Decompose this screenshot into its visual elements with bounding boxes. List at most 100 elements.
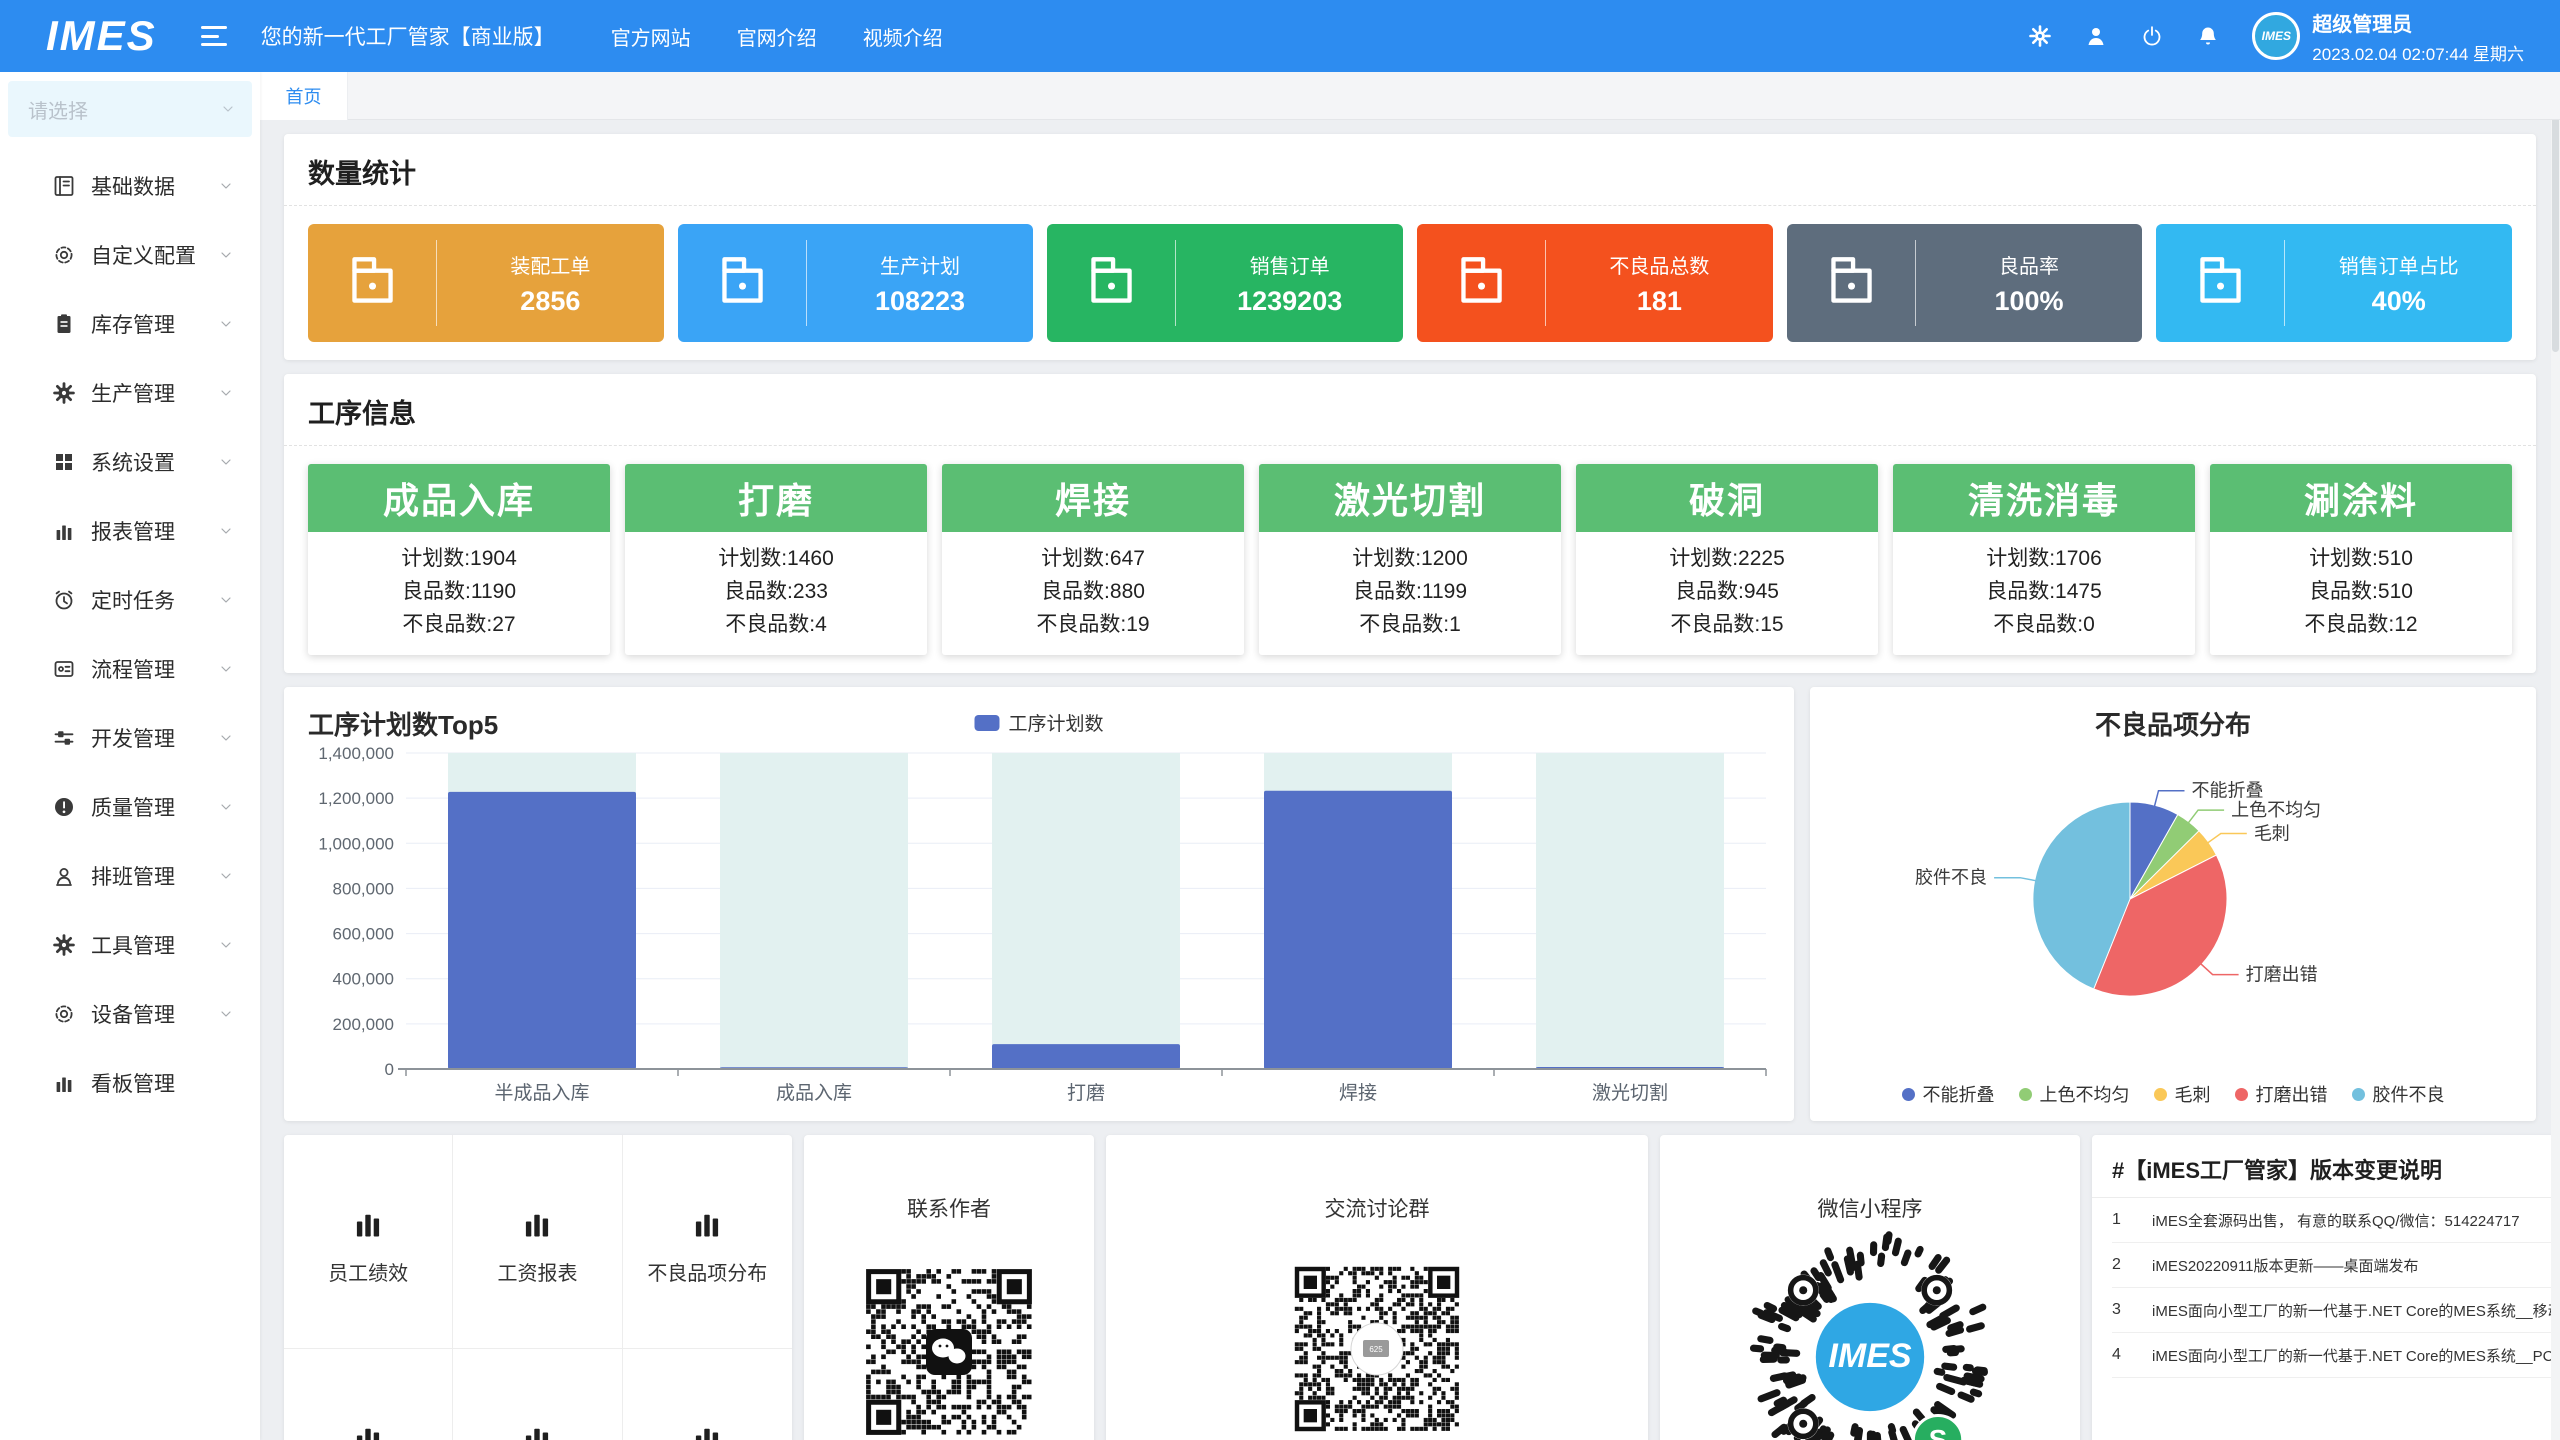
process-good-count: 良品数:1475 xyxy=(1893,575,2195,608)
miniprogram-title: 微信小程序 xyxy=(1818,1193,1923,1223)
report-shortcut[interactable]: 不良品项汇总 xyxy=(284,1349,453,1440)
chevron-down-icon xyxy=(220,101,236,117)
process-card: 激光切割 计划数:1200 良品数:1199 不良品数:1 xyxy=(1259,464,1561,655)
process-bad-count: 不良品数:4 xyxy=(625,608,927,641)
changelog-row-number: 4 xyxy=(2112,1346,2152,1364)
stat-card[interactable]: 销售订单 1239203 xyxy=(1047,224,1403,342)
sidebar-item[interactable]: 排班管理 xyxy=(0,841,260,910)
process-name: 打磨 xyxy=(625,464,927,532)
legend-label: 毛刺 xyxy=(2175,1081,2211,1107)
legend-item[interactable]: 胶件不良 xyxy=(2352,1081,2445,1107)
bar-chart-legend[interactable]: 工序计划数 xyxy=(974,709,1103,736)
svg-text:焊接: 焊接 xyxy=(1339,1082,1377,1104)
report-shortcut[interactable]: 员工绩效 xyxy=(284,1135,453,1349)
changelog-row[interactable]: 1 iMES全套源码出售， 有意的联系QQ/微信：514224717 xyxy=(2112,1198,2560,1243)
changelog-row-number: 1 xyxy=(2112,1211,2152,1229)
changelog-card: #【iMES工厂管家】版本变更说明 1 iMES全套源码出售， 有意的联系QQ/… xyxy=(2092,1135,2560,1440)
stat-card[interactable]: 良品率 100% xyxy=(1787,224,2143,342)
changelog-row[interactable]: 4 iMES面向小型工厂的新一代基于.NET Core的MES系统__PC端 xyxy=(2112,1333,2560,1378)
sidebar-item[interactable]: 生产管理 xyxy=(0,358,260,427)
stat-card[interactable]: 销售订单占比 40% xyxy=(2156,224,2512,342)
user-meta: 超级管理员 2023.02.04 02:07:44 星期六 xyxy=(2312,8,2524,65)
changelog-row-number: 2 xyxy=(2112,1256,2152,1274)
bar-chart: 0200,000400,000600,000800,0001,000,0001,… xyxy=(284,687,1794,1121)
sidebar-item[interactable]: 工具管理 xyxy=(0,910,260,979)
report-shortcut[interactable]: 工资报表 xyxy=(453,1135,622,1349)
report-shortcut[interactable]: 生产报表 xyxy=(453,1349,622,1440)
changelog-row[interactable]: 3 iMES面向小型工厂的新一代基于.NET Core的MES系统__移动端 xyxy=(2112,1288,2560,1333)
stat-card[interactable]: 装配工单 2856 xyxy=(308,224,664,342)
user-icon[interactable] xyxy=(2084,24,2108,48)
sidebar-item[interactable]: 设备管理 xyxy=(0,979,260,1048)
stat-value: 40% xyxy=(2372,286,2426,317)
group-qr-code: 625 xyxy=(1277,1249,1477,1440)
sidebar-item-icon xyxy=(52,588,76,612)
stat-value: 108223 xyxy=(875,286,965,317)
module-select[interactable]: 请选择 xyxy=(8,81,252,137)
bar-chart-icon xyxy=(689,1205,725,1241)
user-role: 超级管理员 xyxy=(2312,8,2524,37)
scrollbar-thumb[interactable] xyxy=(2552,112,2559,352)
report-shortcut[interactable]: 产量统计 xyxy=(623,1349,792,1440)
stat-label: 装配工单 xyxy=(510,250,590,279)
process-card: 涮涂料 计划数:510 良品数:510 不良品数:12 xyxy=(2210,464,2512,655)
menu-toggle-icon[interactable] xyxy=(201,26,227,46)
svg-text:400,000: 400,000 xyxy=(333,970,394,989)
folder-icon xyxy=(1078,248,1144,319)
nav-link[interactable]: 官方网站 xyxy=(611,22,691,51)
svg-text:半成品入库: 半成品入库 xyxy=(494,1082,589,1104)
sidebar-item-icon xyxy=(52,1002,76,1026)
bar-chart-title: 工序计划数Top5 xyxy=(308,705,498,742)
sidebar-item[interactable]: 定时任务 xyxy=(0,565,260,634)
tab-home[interactable]: 首页 xyxy=(260,72,348,120)
legend-item[interactable]: 毛刺 xyxy=(2154,1081,2211,1107)
chevron-down-icon xyxy=(218,178,234,194)
imes-dashboard: IMES 您的新一代工厂管家【商业版】 官方网站官网介绍视频介绍 IMES 超级… xyxy=(0,0,2560,1440)
nav-link[interactable]: 官网介绍 xyxy=(737,22,817,51)
folder-icon xyxy=(1448,248,1514,319)
chevron-down-icon xyxy=(218,247,234,263)
changelog-row[interactable]: 2 iMES20220911版本更新——桌面端发布 xyxy=(2112,1243,2560,1288)
process-bad-count: 不良品数:0 xyxy=(1893,608,2195,641)
sidebar-item[interactable]: 系统设置 xyxy=(0,427,260,496)
nav-link[interactable]: 视频介绍 xyxy=(863,22,943,51)
power-icon[interactable] xyxy=(2140,24,2164,48)
stat-card[interactable]: 不良品总数 181 xyxy=(1417,224,1773,342)
legend-dot xyxy=(2019,1088,2032,1101)
avatar[interactable]: IMES xyxy=(2252,12,2300,60)
svg-text:激光切割: 激光切割 xyxy=(1592,1082,1668,1104)
sidebar-item-icon xyxy=(52,795,76,819)
process-card: 清洗消毒 计划数:1706 良品数:1475 不良品数:0 xyxy=(1893,464,2195,655)
page-scrollbar[interactable] xyxy=(2551,72,2560,1440)
legend-label: 上色不均匀 xyxy=(2040,1081,2130,1107)
sidebar-item[interactable]: 基础数据 xyxy=(0,151,260,220)
legend-item[interactable]: 打磨出错 xyxy=(2235,1081,2328,1107)
legend-item[interactable]: 不能折叠 xyxy=(1902,1081,1995,1107)
sidebar-item[interactable]: 流程管理 xyxy=(0,634,260,703)
tab-bar: 首页 xyxy=(260,72,2560,120)
sidebar-item[interactable]: 质量管理 xyxy=(0,772,260,841)
folder-icon xyxy=(2187,248,2253,319)
settings-icon[interactable] xyxy=(2028,24,2052,48)
sidebar-item-icon xyxy=(52,726,76,750)
legend-item[interactable]: 上色不均匀 xyxy=(2019,1081,2130,1107)
sidebar-item[interactable]: 报表管理 xyxy=(0,496,260,565)
svg-text:1,200,000: 1,200,000 xyxy=(318,789,394,808)
stat-card[interactable]: 生产计划 108223 xyxy=(678,224,1034,342)
sidebar-item[interactable]: 自定义配置 xyxy=(0,220,260,289)
group-title: 交流讨论群 xyxy=(1325,1193,1430,1223)
svg-text:0: 0 xyxy=(385,1060,394,1079)
process-bad-count: 不良品数:1 xyxy=(1259,608,1561,641)
sidebar-item[interactable]: 看板管理 xyxy=(0,1048,260,1117)
process-bad-count: 不良品数:27 xyxy=(308,608,610,641)
svg-text:成品入库: 成品入库 xyxy=(776,1082,852,1104)
sidebar-item[interactable]: 开发管理 xyxy=(0,703,260,772)
report-shortcut-label: 工资报表 xyxy=(497,1257,577,1286)
bell-icon[interactable] xyxy=(2196,24,2220,48)
sidebar-item[interactable]: 库存管理 xyxy=(0,289,260,358)
svg-text:800,000: 800,000 xyxy=(333,879,394,898)
chevron-down-icon xyxy=(218,592,234,608)
chevron-down-icon xyxy=(218,316,234,332)
report-shortcut[interactable]: 不良品项分布 xyxy=(623,1135,792,1349)
svg-text:S: S xyxy=(1929,1424,1948,1440)
